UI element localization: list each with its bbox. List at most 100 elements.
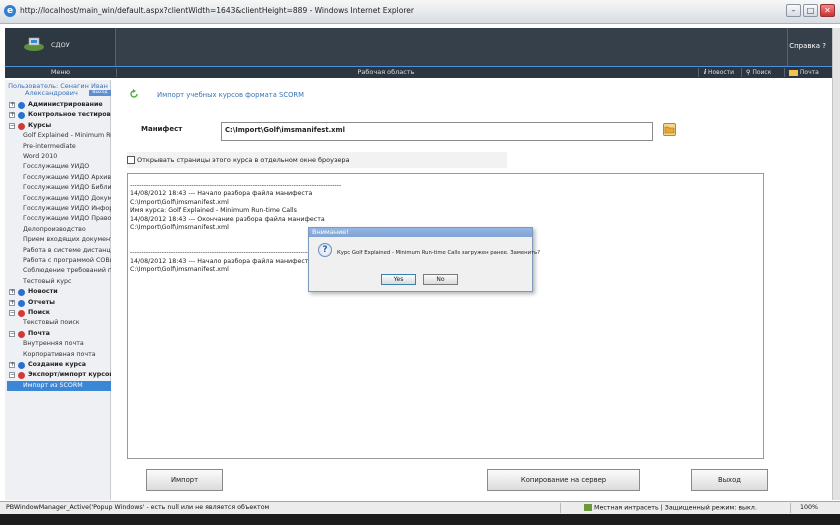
sidebar-section-18[interactable]: + Новости [7,287,111,297]
manifest-label: Манифест [141,125,183,133]
dialog-no-button[interactable]: No [423,274,458,285]
sidebar-item-label: Создание курса [28,361,87,368]
mail-button[interactable]: Почта [789,67,819,78]
sidebar-item-label: Pre-intermediate [23,142,76,150]
section-icon [18,112,25,120]
expand-icon[interactable]: + [9,362,15,368]
confirm-dialog: Внимание! ? Курс Golf Explained - Minimu… [308,227,540,292]
sidebar-item-23[interactable]: Внутренняя почта [7,339,111,349]
status-separator [790,503,791,513]
search-button[interactable]: ⚲ Поиск [746,67,771,78]
collapse-icon[interactable]: − [9,330,15,337]
sidebar-section-26[interactable]: − Экспорт/импорт курсов [7,370,111,380]
collapse-icon[interactable]: − [9,372,15,379]
close-window-button[interactable]: ✕ [820,4,835,17]
toolbar-separator [698,68,699,77]
sidebar-item-label: Новости [28,288,58,296]
minimize-button[interactable]: – [786,4,801,17]
sidebar-item-10[interactable]: Госслужащие УИДО Информа [7,204,111,214]
sidebar-item-label: Golf Explained - Minimum Run-ti [23,132,111,140]
open-new-window-label: Открывать страницы этого курса в отдельн… [137,156,350,164]
exit-button[interactable]: Выход [691,469,768,491]
sidebar-item-label: Тестовый курс [23,277,72,285]
open-new-window-checkbox[interactable] [127,156,135,164]
sidebar-section-25[interactable]: + Создание курса [7,360,111,370]
sidebar-item-label: Текстовый поиск [23,319,80,327]
collapse-icon[interactable]: − [9,310,15,316]
sidebar-section-22[interactable]: − Почта [7,329,111,339]
sidebar-item-8[interactable]: Госслужащие УИДО Библиотек [7,183,111,193]
expand-icon[interactable]: + [9,299,15,306]
search-label: Поиск [752,69,772,76]
log-line: 14/08/2012 18:43 --- Начало разбора файл… [130,190,313,198]
sidebar-item-4[interactable]: Pre-intermediate [7,142,111,152]
sidebar-item-12[interactable]: Делопроизводство [7,225,111,235]
help-link[interactable]: Справка ? [789,42,826,50]
taskbar-strip [0,514,840,525]
sidebar-section-19[interactable]: + Отчеты [7,298,111,308]
sidebar-section-2[interactable]: − Курсы [7,121,111,131]
sidebar-item-label: Импорт из SCORM [23,381,83,389]
toolbar-separator [784,68,785,77]
question-icon: ? [318,243,332,257]
sidebar-item-label: Делопроизводство [23,225,86,233]
sidebar-item-11[interactable]: Госслужащие УИДО Правовой [7,214,111,224]
mail-icon [789,69,798,76]
sidebar-item-label: Корпоративная почта [23,350,96,358]
toolbar-separator [741,68,742,77]
sidebar-item-label: Госслужащие УИДО [23,163,90,171]
sidebar-item-21[interactable]: Текстовый поиск [7,318,111,328]
section-icon [18,299,25,307]
sidebar-item-7[interactable]: Госслужащие УИДО Архив [7,173,111,183]
import-log[interactable]: ----------------------------------------… [127,173,764,459]
sidebar-item-17[interactable]: Тестовый курс [7,277,111,287]
app-logo-icon [24,37,44,51]
browse-folder-button[interactable] [663,123,676,136]
section-icon [18,122,25,130]
news-button[interactable]: i Новости [704,67,734,78]
log-line: 14/08/2012 18:43 --- Окончание разбора ф… [130,215,325,223]
app-header: СДОУ Справка ? [5,28,832,66]
page-scrollbar[interactable] [832,28,840,500]
sidebar-item-6[interactable]: Госслужащие УИДО [7,162,111,172]
sidebar-item-5[interactable]: Word 2010 [7,152,111,162]
sidebar-item-15[interactable]: Работа с программой СОВитт [7,256,111,266]
manifest-path-input[interactable]: C:\Import\Golf\imsmanifest.xml [221,122,653,141]
log-line: C:\Import\Golf\imsmanifest.xml [130,224,229,231]
dialog-yes-button[interactable]: Yes [381,274,416,285]
ie-logo-icon: e [4,5,16,17]
status-message: PBWindowManager_Active('Popup Windows' -… [6,504,270,511]
sidebar-section-1[interactable]: + Контрольное тестирование [7,110,111,120]
expand-icon[interactable]: + [9,102,15,108]
sidebar-item-label: Контрольное тестирование [28,111,111,119]
dialog-message: Курс Golf Explained - Minimum Run-time C… [337,250,541,256]
collapse-icon[interactable]: − [9,122,15,129]
security-zone[interactable]: Местная интрасеть | Защищенный режим: вы… [584,504,757,512]
intranet-icon [584,504,592,511]
expand-icon[interactable]: + [9,289,15,296]
sidebar-item-label: Отчеты [28,298,55,306]
manifest-path-value: C:\Import\Golf\imsmanifest.xml [225,126,345,134]
sidebar-item-13[interactable]: Прием входящих документов [7,235,111,245]
refresh-icon[interactable] [129,89,139,99]
sidebar-item-3[interactable]: Golf Explained - Minimum Run-ti [7,131,111,141]
sidebar-item-16[interactable]: Соблюдение требований по н [7,266,111,276]
import-button[interactable]: Импорт [146,469,223,491]
logout-button[interactable]: Выход [89,90,111,96]
sidebar-section-0[interactable]: + Администрирование [7,100,111,110]
sidebar-section-20[interactable]: − Поиск [7,308,111,318]
section-icon [18,289,25,297]
sidebar-item-24[interactable]: Корпоративная почта [7,350,111,360]
copy-to-server-button[interactable]: Копирование на сервер [487,469,640,491]
sidebar-item-14[interactable]: Работа в системе дистанцион [7,246,111,256]
sidebar-item-27[interactable]: Импорт из SCORM [7,380,111,392]
header-divider [787,28,788,66]
expand-icon[interactable]: + [9,112,15,119]
maximize-button[interactable]: □ [803,4,818,17]
browser-title-bar: e http://localhost/main_win/default.aspx… [0,0,840,24]
zoom-level[interactable]: 100% [800,504,818,511]
sidebar-item-label: Прием входящих документов [23,236,111,244]
sidebar-item-9[interactable]: Госслужащие УИДО Документ [7,194,111,204]
folder-icon [664,126,675,134]
workarea-label: Рабочая область [357,68,415,76]
